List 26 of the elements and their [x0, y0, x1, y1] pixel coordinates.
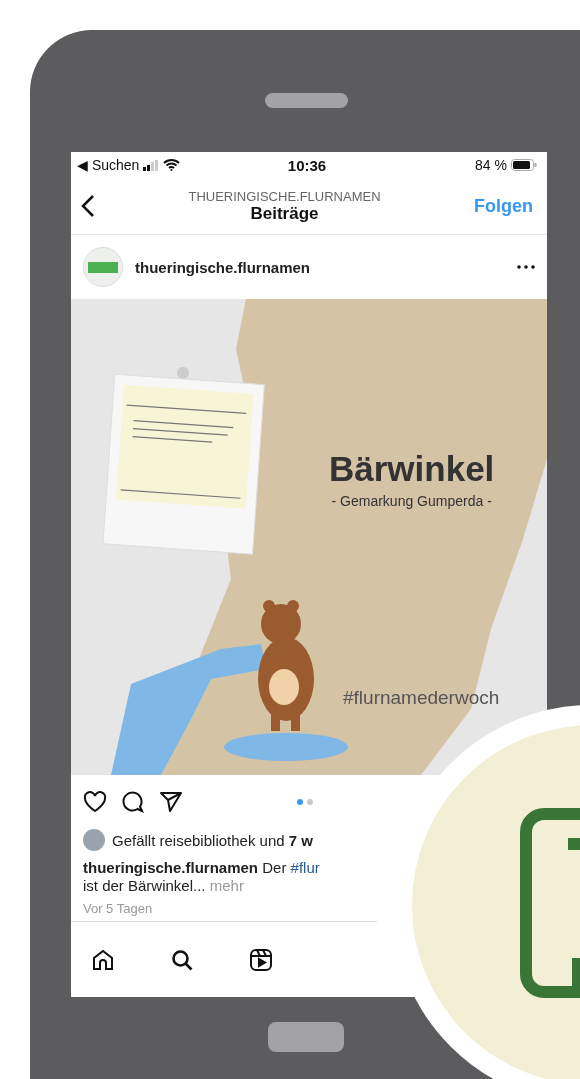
comment-icon[interactable] — [121, 790, 145, 814]
more-icon[interactable] — [517, 265, 535, 269]
post-date: Vor 5 Tagen — [82, 900, 154, 917]
search-icon[interactable] — [170, 947, 194, 972]
signal-icon — [143, 159, 160, 171]
image-hashtag: #flurnamederwoch — [343, 687, 500, 709]
image-title: Bärwinkel — [329, 449, 495, 489]
battery-icon — [511, 159, 537, 171]
heart-icon[interactable] — [83, 791, 107, 813]
post-username[interactable]: thueringische.flurnamen — [135, 258, 505, 276]
rounded-frame-icon — [520, 808, 580, 998]
battery-percent: 84 % — [475, 157, 507, 173]
likes-text: Gefällt reisebibliothek und 7 w — [112, 831, 313, 849]
profile-avatar[interactable] — [83, 247, 123, 287]
reels-icon[interactable] — [249, 947, 273, 972]
status-time: 10:36 — [286, 156, 328, 174]
page-title: Beiträge — [250, 203, 319, 224]
back-icon[interactable] — [81, 194, 95, 218]
account-name: THUERINGISCHE.FLURNAMEN — [188, 188, 381, 204]
home-icon[interactable] — [91, 947, 115, 972]
send-icon[interactable] — [159, 791, 183, 813]
liker-avatar — [83, 829, 105, 851]
image-subtitle: - Gemarkung Gumperda - — [331, 493, 492, 509]
hashtag-link[interactable]: #flur — [290, 859, 320, 876]
back-to-app-link[interactable]: ◀ Suchen — [77, 157, 140, 173]
wifi-icon — [163, 159, 181, 171]
